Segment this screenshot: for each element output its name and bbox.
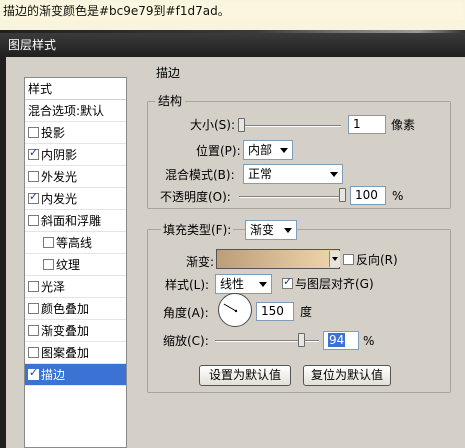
style-list: 样式 混合选项:默认投影内阴影外发光内发光斜面和浮雕等高线纹理光泽颜色叠加渐变叠… bbox=[24, 77, 127, 448]
sidebar-item-checkbox[interactable] bbox=[28, 303, 39, 314]
sidebar-item-checkbox[interactable] bbox=[28, 347, 39, 358]
sidebar-item-label: 等高线 bbox=[56, 236, 93, 250]
scale-slider-thumb[interactable] bbox=[297, 333, 305, 347]
sidebar-item[interactable]: 内阴影 bbox=[25, 144, 126, 166]
structure-title: 结构 bbox=[155, 94, 186, 108]
fill-type-label: 填充类型(F): bbox=[161, 222, 234, 238]
sidebar-item-label: 光泽 bbox=[41, 280, 66, 294]
size-unit: 像素 bbox=[391, 118, 416, 132]
size-slider-track[interactable] bbox=[239, 125, 341, 127]
reverse-checkbox[interactable] bbox=[343, 254, 354, 265]
sidebar-item-checkbox[interactable] bbox=[28, 215, 39, 226]
blend-mode-select[interactable]: 正常 bbox=[243, 164, 343, 184]
sidebar-item[interactable]: 渐变叠加 bbox=[25, 320, 126, 342]
sidebar-item[interactable]: 描边 bbox=[25, 364, 126, 386]
sidebar-item-label: 纹理 bbox=[56, 258, 81, 272]
chevron-down-icon bbox=[330, 172, 338, 177]
scale-input[interactable]: 94 bbox=[323, 331, 359, 350]
sidebar-item-checkbox[interactable] bbox=[43, 237, 54, 248]
opacity-label: 不透明度(O): bbox=[160, 190, 231, 204]
sidebar-item[interactable]: 等高线 bbox=[25, 232, 126, 254]
angle-input[interactable]: 150 bbox=[256, 302, 294, 321]
opacity-slider-track[interactable] bbox=[239, 196, 345, 198]
sidebar-item[interactable]: 颜色叠加 bbox=[25, 298, 126, 320]
style-value: 线性 bbox=[220, 277, 245, 291]
position-select[interactable]: 内部 bbox=[243, 140, 293, 160]
fill-type-select[interactable]: 渐变 bbox=[245, 220, 297, 240]
chevron-down-icon bbox=[280, 148, 288, 153]
position-value: 内部 bbox=[248, 143, 273, 157]
sidebar-item-checkbox[interactable] bbox=[43, 259, 54, 270]
position-label: 位置(P): bbox=[196, 144, 241, 158]
sidebar-item-checkbox[interactable] bbox=[28, 366, 39, 380]
make-default-button[interactable]: 设置为默认值 bbox=[199, 365, 291, 386]
align-option[interactable]: 与图层对齐(G) bbox=[282, 275, 374, 292]
reverse-label: 反向(R) bbox=[356, 253, 398, 267]
align-label: 与图层对齐(G) bbox=[295, 277, 374, 291]
scale-value: 94 bbox=[328, 333, 346, 347]
blend-mode-label: 混合模式(B): bbox=[165, 168, 235, 182]
sidebar-item-label: 渐变叠加 bbox=[41, 324, 90, 338]
size-input[interactable]: 1 bbox=[348, 115, 386, 134]
opacity-input[interactable]: 100 bbox=[350, 186, 386, 205]
angle-label: 角度(A): bbox=[163, 306, 209, 320]
fill-type-value: 渐变 bbox=[250, 223, 275, 237]
sidebar-item-checkbox[interactable] bbox=[28, 190, 39, 204]
chevron-down-icon bbox=[259, 282, 267, 287]
size-label: 大小(S): bbox=[190, 118, 236, 132]
gradient-label: 渐变: bbox=[186, 255, 215, 269]
sidebar-item[interactable]: 内发光 bbox=[25, 188, 126, 210]
layer-style-dialog: 样式 混合选项:默认投影内阴影外发光内发光斜面和浮雕等高线纹理光泽颜色叠加渐变叠… bbox=[6, 57, 465, 448]
sidebar-item[interactable]: 纹理 bbox=[25, 254, 126, 276]
sidebar-item-checkbox[interactable] bbox=[28, 281, 39, 292]
angle-needle-icon bbox=[223, 303, 238, 313]
sidebar-item[interactable]: 图案叠加 bbox=[25, 342, 126, 364]
dialog-title: 图层样式 bbox=[8, 38, 57, 52]
scale-unit: % bbox=[363, 334, 375, 348]
reverse-option[interactable]: 反向(R) bbox=[343, 252, 398, 268]
dialog-titlebar: 图层样式 bbox=[0, 33, 465, 57]
chevron-down-icon bbox=[284, 228, 292, 233]
sidebar-item[interactable]: 斜面和浮雕 bbox=[25, 210, 126, 232]
sidebar-item[interactable]: 混合选项:默认 bbox=[25, 100, 126, 122]
sidebar-item[interactable]: 外发光 bbox=[25, 166, 126, 188]
sidebar-item-label: 颜色叠加 bbox=[41, 302, 90, 316]
stroke-section-title: 描边 bbox=[156, 66, 181, 80]
sidebar-item-label: 描边 bbox=[41, 368, 66, 382]
sidebar-item[interactable]: 投影 bbox=[25, 122, 126, 144]
sidebar-item-label: 内发光 bbox=[41, 192, 78, 206]
reset-default-button[interactable]: 复位为默认值 bbox=[303, 365, 391, 386]
size-slider-thumb[interactable] bbox=[238, 118, 245, 132]
sidebar-item-label: 投影 bbox=[41, 126, 66, 140]
angle-dial[interactable] bbox=[218, 293, 252, 327]
sidebar-item-checkbox[interactable] bbox=[28, 146, 39, 160]
angle-unit: 度 bbox=[300, 305, 313, 319]
sidebar-item[interactable]: 光泽 bbox=[25, 276, 126, 298]
sidebar-item-label: 图案叠加 bbox=[41, 346, 90, 360]
sidebar-item-label: 内阴影 bbox=[41, 148, 78, 162]
sidebar-item-checkbox[interactable] bbox=[28, 325, 39, 336]
gradient-swatch[interactable] bbox=[216, 249, 340, 269]
style-select[interactable]: 线性 bbox=[215, 274, 272, 294]
sidebar-item-label: 混合选项:默认 bbox=[28, 104, 105, 118]
sidebar-item-label: 斜面和浮雕 bbox=[41, 214, 102, 228]
blend-mode-value: 正常 bbox=[248, 167, 273, 181]
sidebar-item-label: 外发光 bbox=[41, 170, 78, 184]
sidebar-item-checkbox[interactable] bbox=[28, 127, 39, 138]
scale-label: 缩放(C): bbox=[163, 334, 209, 348]
opacity-slider-thumb[interactable] bbox=[339, 188, 346, 202]
align-with-layer-checkbox[interactable] bbox=[282, 275, 293, 289]
style-list-header[interactable]: 样式 bbox=[25, 78, 126, 100]
opacity-unit: % bbox=[392, 189, 404, 203]
sidebar-item-checkbox[interactable] bbox=[28, 171, 39, 182]
gradient-dropdown-icon[interactable] bbox=[329, 251, 340, 267]
caption-text: 描边的渐变颜色是#bc9e79到#f1d7ad。 bbox=[3, 2, 463, 20]
style-label: 样式(L): bbox=[165, 278, 210, 292]
